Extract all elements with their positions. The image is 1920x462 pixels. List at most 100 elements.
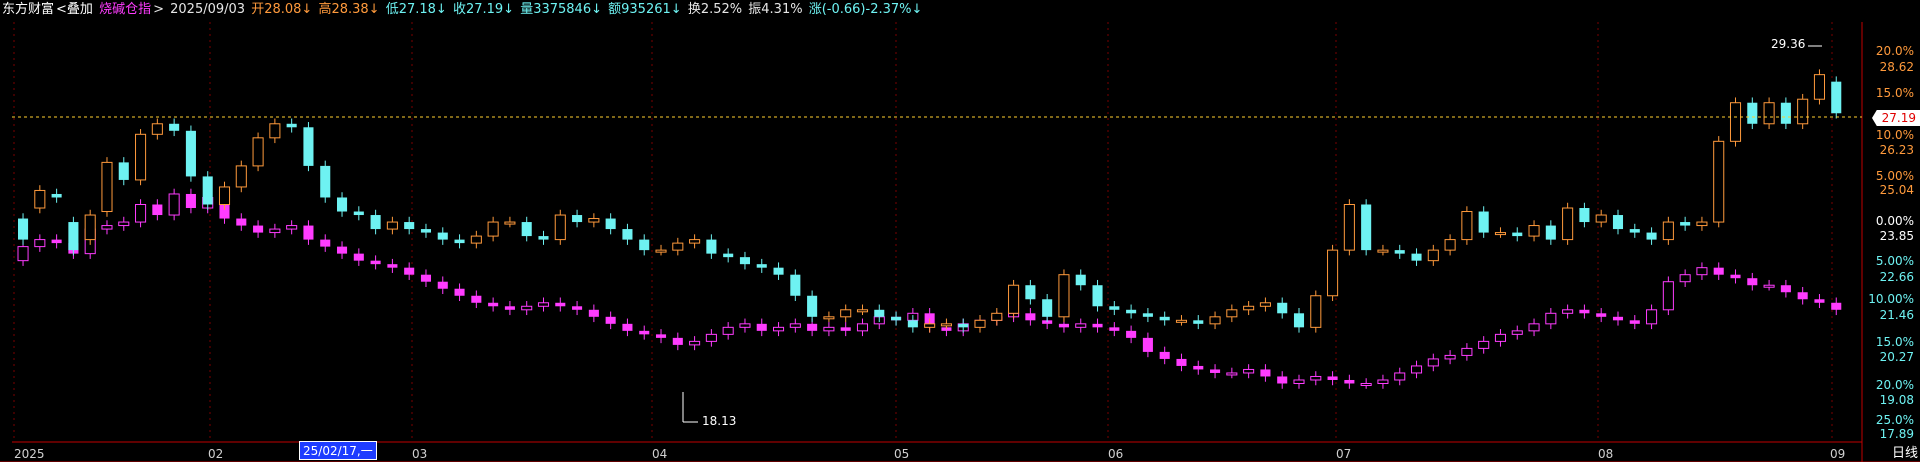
- candle-body[interactable]: [1025, 313, 1036, 321]
- candle-body[interactable]: [1360, 382, 1372, 386]
- candle-body[interactable]: [1478, 340, 1490, 349]
- candle-body[interactable]: [420, 274, 432, 282]
- candle-body[interactable]: [840, 309, 852, 318]
- candle-body[interactable]: [84, 214, 96, 241]
- candle-body[interactable]: [286, 225, 298, 230]
- candle-body[interactable]: [101, 225, 113, 230]
- candle-body[interactable]: [1512, 232, 1523, 237]
- candle-body[interactable]: [521, 305, 533, 311]
- candle-body[interactable]: [1260, 369, 1271, 377]
- candle-body[interactable]: [1545, 225, 1556, 240]
- candle-body[interactable]: [1831, 81, 1842, 114]
- candle-body[interactable]: [605, 218, 616, 230]
- candle-body[interactable]: [1595, 214, 1607, 223]
- candle-body[interactable]: [1662, 221, 1674, 241]
- candle-body[interactable]: [152, 204, 163, 216]
- candle-body[interactable]: [1193, 365, 1204, 370]
- candle-body[interactable]: [1579, 208, 1590, 223]
- candle-body[interactable]: [1427, 249, 1439, 262]
- candle-body[interactable]: [1646, 232, 1657, 240]
- candle-body[interactable]: [1142, 337, 1153, 352]
- candle-body[interactable]: [471, 295, 482, 303]
- candle-body[interactable]: [118, 162, 129, 180]
- candle-body[interactable]: [1729, 102, 1742, 142]
- candle-body[interactable]: [1494, 333, 1507, 342]
- period-label[interactable]: 日线: [1892, 442, 1918, 461]
- candle-body[interactable]: [218, 186, 231, 206]
- candle-body[interactable]: [1629, 229, 1640, 233]
- candle-body[interactable]: [807, 295, 818, 317]
- candle-body[interactable]: [470, 235, 482, 244]
- candle-body[interactable]: [1142, 313, 1153, 317]
- candle-body[interactable]: [1394, 250, 1405, 254]
- candle-body[interactable]: [320, 165, 331, 198]
- candle-body[interactable]: [168, 193, 180, 216]
- candle-body[interactable]: [1612, 215, 1624, 230]
- candle-body[interactable]: [1813, 74, 1825, 100]
- candle-body[interactable]: [790, 274, 801, 296]
- candle-body[interactable]: [739, 257, 750, 265]
- candle-body[interactable]: [689, 239, 701, 244]
- candle-body[interactable]: [1109, 327, 1120, 331]
- candle-body[interactable]: [1562, 309, 1574, 314]
- candle-body[interactable]: [185, 193, 196, 209]
- candle-body[interactable]: [135, 204, 147, 223]
- candle-body[interactable]: [1377, 379, 1389, 384]
- candle-body[interactable]: [370, 260, 381, 265]
- candle-body[interactable]: [1680, 222, 1691, 226]
- candle-body[interactable]: [404, 222, 415, 230]
- candle-body[interactable]: [1461, 347, 1473, 356]
- candle-body[interactable]: [1780, 102, 1791, 124]
- candle-body[interactable]: [1226, 309, 1238, 318]
- overlay-label[interactable]: <叠加: [56, 2, 93, 17]
- candle-body[interactable]: [252, 137, 264, 167]
- candle-body[interactable]: [655, 249, 667, 253]
- overlay-name[interactable]: 烧碱仓指: [99, 2, 151, 17]
- candle-body[interactable]: [605, 316, 616, 324]
- candle-body[interactable]: [672, 337, 683, 345]
- candle-body[interactable]: [404, 267, 415, 275]
- candle-body[interactable]: [1361, 204, 1372, 251]
- candle-body[interactable]: [991, 312, 1003, 321]
- candle-body[interactable]: [1662, 281, 1674, 311]
- candle-body[interactable]: [34, 189, 46, 209]
- candle-body[interactable]: [370, 215, 381, 230]
- candle-body[interactable]: [1126, 309, 1137, 314]
- candle-body[interactable]: [756, 264, 767, 268]
- candle-body[interactable]: [1193, 320, 1204, 324]
- candle-body[interactable]: [1763, 284, 1775, 288]
- candle-body[interactable]: [807, 323, 818, 331]
- candle-body[interactable]: [773, 326, 785, 332]
- candle-body[interactable]: [34, 239, 46, 248]
- candle-body[interactable]: [1159, 316, 1170, 321]
- candle-body[interactable]: [706, 239, 717, 254]
- candle-body[interactable]: [336, 246, 348, 254]
- candle-body[interactable]: [974, 319, 986, 328]
- candle-body[interactable]: [1176, 358, 1187, 366]
- candle-body[interactable]: [336, 197, 348, 212]
- candle-body[interactable]: [739, 323, 751, 328]
- candle-body[interactable]: [1494, 232, 1507, 236]
- candle-body[interactable]: [1696, 267, 1708, 276]
- candle-body[interactable]: [1831, 302, 1842, 310]
- candle-body[interactable]: [118, 221, 130, 227]
- candle-body[interactable]: [958, 323, 969, 328]
- candle-body[interactable]: [773, 267, 784, 275]
- candle-body[interactable]: [1730, 274, 1741, 279]
- candle-body[interactable]: [1344, 379, 1355, 384]
- candle-body[interactable]: [1780, 285, 1791, 293]
- candle-body[interactable]: [1596, 313, 1607, 317]
- candle-body[interactable]: [1696, 221, 1708, 227]
- candle-body[interactable]: [269, 123, 281, 139]
- candle-body[interactable]: [454, 288, 465, 296]
- candle-body[interactable]: [51, 193, 62, 198]
- candle-body[interactable]: [1713, 267, 1724, 275]
- candle-body[interactable]: [353, 211, 364, 216]
- candle-body[interactable]: [1814, 299, 1825, 303]
- candle-body[interactable]: [705, 333, 717, 342]
- candle-body[interactable]: [1209, 316, 1221, 325]
- candle-body[interactable]: [1394, 372, 1406, 381]
- candle-body[interactable]: [1075, 274, 1086, 286]
- candle-body[interactable]: [874, 309, 885, 317]
- candle-body[interactable]: [1478, 211, 1489, 233]
